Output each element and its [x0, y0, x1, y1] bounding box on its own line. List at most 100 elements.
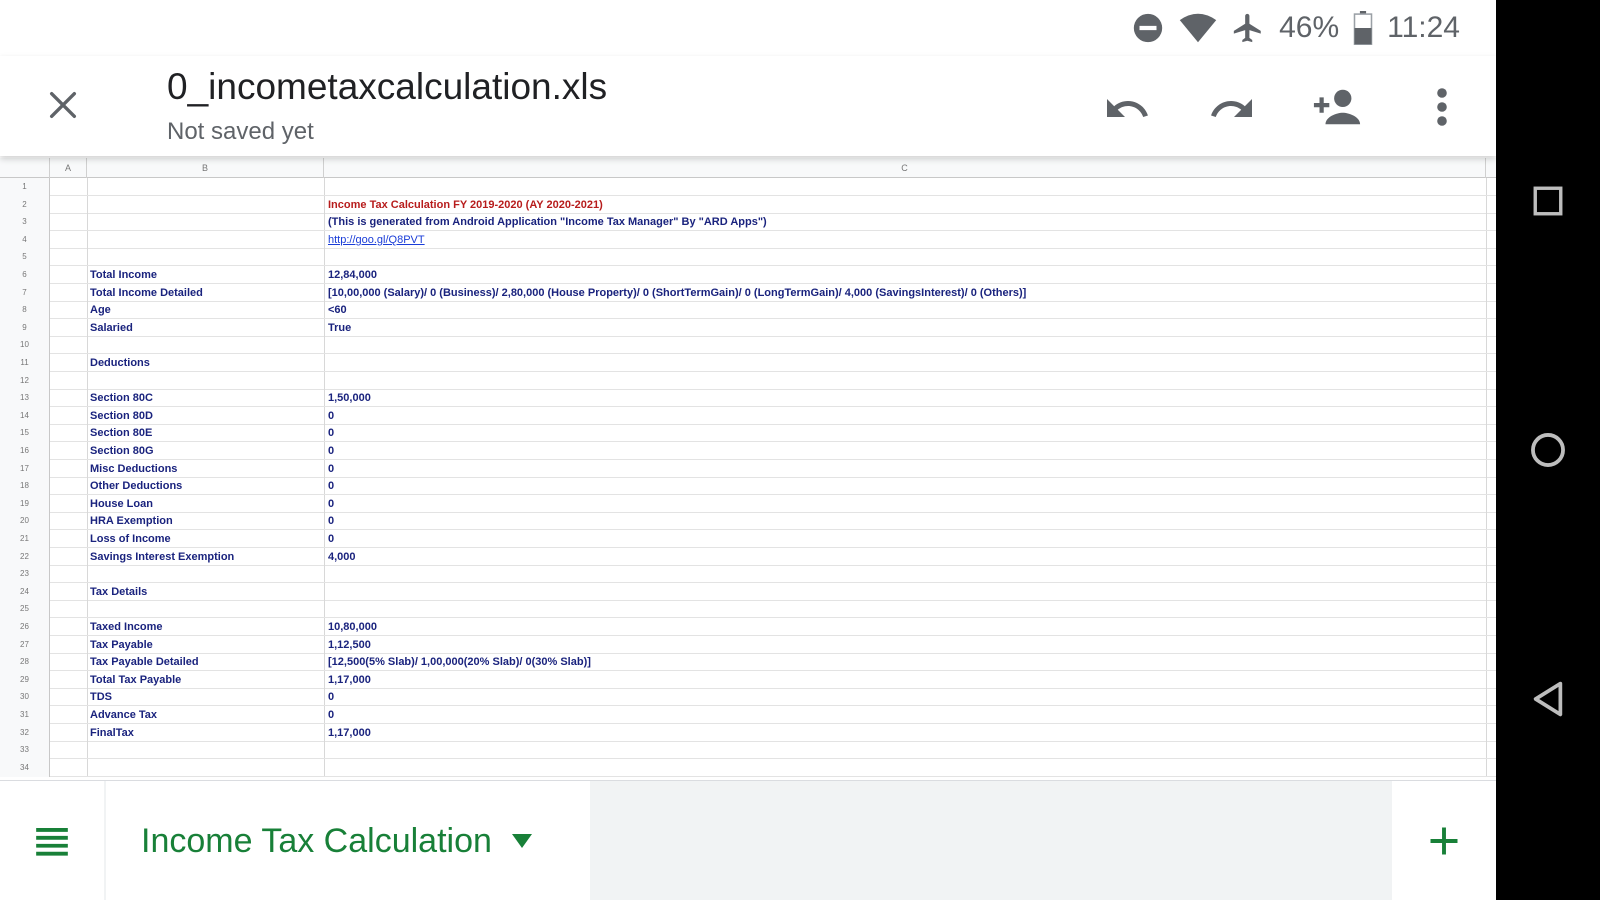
row-number[interactable]: 21 [0, 530, 50, 548]
cell-c[interactable]: 0 [328, 495, 334, 513]
cell-b[interactable]: Section 80D [90, 407, 153, 425]
table-row[interactable]: 6 Total Income 12,84,000 [0, 266, 1496, 284]
table-row[interactable]: 3 (This is generated from Android Applica… [0, 213, 1496, 232]
cell-c[interactable]: 1,17,000 [328, 671, 371, 689]
cell-b[interactable]: Section 80G [90, 442, 154, 460]
cell-b[interactable]: Taxed Income [90, 618, 163, 636]
cell-c[interactable]: True [328, 319, 351, 337]
cell-b[interactable]: Total Income Detailed [90, 284, 203, 302]
table-row[interactable]: 9 Salaried True [0, 318, 1496, 337]
row-number[interactable]: 5 [0, 248, 50, 267]
table-row[interactable]: 25 [0, 600, 1496, 619]
table-row[interactable]: 7 Total Income Detailed [10,00,000 (Salary… [0, 283, 1496, 302]
table-row[interactable]: 13 Section 80C 1,50,000 [0, 389, 1496, 408]
table-row[interactable]: 18 Other Deductions 0 [0, 477, 1496, 496]
table-row[interactable]: 2 Income Tax Calculation FY 2019-2020 (AY… [0, 195, 1496, 214]
add-sheet-button[interactable] [1392, 781, 1496, 900]
cell-c[interactable]: [10,00,000 (Salary)/ 0 (Business)/ 2,80,… [328, 284, 1026, 302]
table-row[interactable]: 4 http://goo.gl/Q8PVT [0, 230, 1496, 249]
cell-b[interactable]: Total Income [90, 266, 157, 284]
recents-button[interactable] [1523, 176, 1573, 226]
row-number[interactable]: 3 [0, 213, 50, 232]
cell-b[interactable]: Other Deductions [90, 477, 182, 495]
cell-c[interactable]: 0 [328, 706, 334, 724]
cell-b[interactable]: House Loan [90, 495, 153, 513]
cell-c[interactable]: 4,000 [328, 548, 356, 566]
cell-c[interactable]: (This is generated from Android Applicat… [328, 213, 767, 231]
redo-button[interactable] [1205, 80, 1259, 134]
column-header-b[interactable]: B [87, 158, 324, 178]
cell-c[interactable]: 12,84,000 [328, 266, 377, 284]
cell-b[interactable]: Section 80C [90, 389, 153, 407]
cell-c[interactable]: [12,500(5% Slab)/ 1,00,000(20% Slab)/ 0(… [328, 653, 591, 671]
row-number[interactable]: 12 [0, 371, 50, 390]
row-number[interactable]: 16 [0, 442, 50, 460]
row-number[interactable]: 18 [0, 477, 50, 496]
row-number[interactable]: 22 [0, 547, 50, 566]
sheet-tab-income-tax[interactable]: Income Tax Calculation [106, 781, 590, 900]
row-number[interactable]: 27 [0, 635, 50, 654]
cell-b[interactable]: Tax Payable [90, 636, 153, 654]
table-row[interactable]: 23 [0, 565, 1496, 584]
row-number[interactable]: 34 [0, 758, 50, 777]
table-row[interactable]: 27 Tax Payable 1,12,500 [0, 635, 1496, 654]
cell-c[interactable]: 1,17,000 [328, 724, 371, 742]
cell-b[interactable]: Salaried [90, 319, 133, 337]
dropdown-caret-icon[interactable] [511, 834, 532, 848]
row-number[interactable]: 11 [0, 354, 50, 372]
cell-c[interactable]: 0 [328, 424, 334, 442]
table-row[interactable]: 10 [0, 336, 1496, 355]
spreadsheet-grid[interactable]: A B C 1 2 Income Tax Calculation FY 2019-2… [0, 158, 1496, 780]
row-number[interactable]: 24 [0, 582, 50, 601]
row-number[interactable]: 20 [0, 512, 50, 531]
cell-c[interactable]: <60 [328, 301, 347, 319]
table-row[interactable]: 31 Advance Tax 0 [0, 706, 1496, 724]
cell-c[interactable]: 0 [328, 688, 334, 706]
row-number[interactable]: 13 [0, 389, 50, 408]
cell-c[interactable]: Income Tax Calculation FY 2019-2020 (AY … [328, 196, 603, 214]
table-row[interactable]: 26 Taxed Income 10,80,000 [0, 618, 1496, 636]
table-row[interactable]: 16 Section 80G 0 [0, 442, 1496, 460]
table-row[interactable]: 11 Deductions [0, 354, 1496, 372]
undo-button[interactable] [1100, 80, 1154, 134]
row-number[interactable]: 26 [0, 618, 50, 636]
home-button[interactable] [1523, 425, 1573, 475]
cell-c[interactable]: 0 [328, 530, 334, 548]
row-number[interactable]: 17 [0, 459, 50, 478]
cell-c[interactable]: 10,80,000 [328, 618, 377, 636]
table-row[interactable]: 33 [0, 741, 1496, 760]
cell-c[interactable]: 1,12,500 [328, 636, 371, 654]
cell-b[interactable]: FinalTax [90, 724, 134, 742]
row-number[interactable]: 33 [0, 741, 50, 760]
row-number[interactable]: 23 [0, 565, 50, 584]
row-number[interactable]: 4 [0, 230, 50, 249]
row-number[interactable]: 29 [0, 670, 50, 689]
cell-b[interactable]: Total Tax Payable [90, 671, 181, 689]
cell-b[interactable]: Section 80E [90, 424, 152, 442]
table-row[interactable]: 34 [0, 758, 1496, 777]
cell-b[interactable]: Tax Details [90, 583, 147, 601]
close-button[interactable] [36, 78, 90, 132]
row-number[interactable]: 10 [0, 336, 50, 355]
table-row[interactable]: 15 Section 80E 0 [0, 424, 1496, 443]
table-row[interactable]: 14 Section 80D 0 [0, 406, 1496, 425]
cell-b[interactable]: Deductions [90, 354, 150, 372]
table-row[interactable]: 5 [0, 248, 1496, 267]
cell-c[interactable]: 0 [328, 460, 334, 478]
table-row[interactable]: 19 House Loan 0 [0, 494, 1496, 513]
row-number[interactable]: 31 [0, 706, 50, 724]
table-row[interactable]: 17 Misc Deductions 0 [0, 459, 1496, 478]
column-header-c[interactable]: C [324, 158, 1486, 178]
row-number[interactable]: 30 [0, 688, 50, 707]
cell-b[interactable]: HRA Exemption [90, 512, 173, 530]
cell-c[interactable]: 1,50,000 [328, 389, 371, 407]
cell-b[interactable]: TDS [90, 688, 112, 706]
table-row[interactable]: 20 HRA Exemption 0 [0, 512, 1496, 531]
share-button[interactable] [1310, 80, 1364, 134]
table-row[interactable]: 21 Loss of Income 0 [0, 530, 1496, 548]
cell-b[interactable]: Misc Deductions [90, 460, 177, 478]
table-row[interactable]: 32 FinalTax 1,17,000 [0, 723, 1496, 742]
column-header-a[interactable]: A [50, 158, 87, 178]
row-number[interactable]: 6 [0, 266, 50, 284]
corner-cell[interactable] [0, 158, 50, 178]
